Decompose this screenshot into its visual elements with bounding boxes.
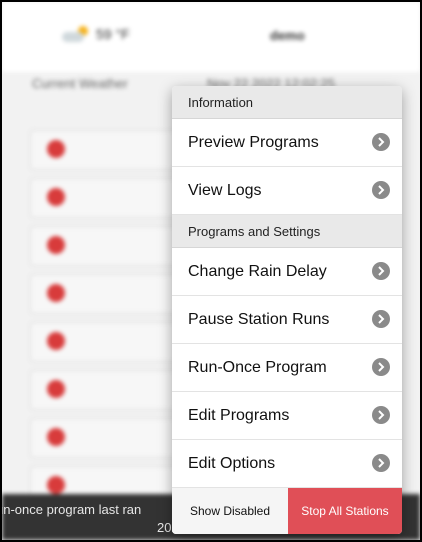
chevron-right-icon [372,133,390,151]
current-weather-label: Current Weather [32,76,128,91]
menu-footer: Show Disabled Stop All Stations [172,488,402,534]
menu-item-label: Change Rain Delay [188,262,327,280]
station-status-indicator [47,332,65,350]
menu-item-label: View Logs [188,181,262,199]
stop-all-stations-button[interactable]: Stop All Stations [288,488,402,534]
station-status-indicator [47,140,65,158]
menu-item-pause-station-runs[interactable]: Pause Station Runs [172,296,402,344]
temperature: 59 °F [96,26,130,42]
station-status-indicator [47,476,65,494]
app-header: 59 °F demo [2,2,420,72]
chevron-right-icon [372,454,390,472]
station-status-indicator [47,236,65,254]
chevron-right-icon [372,181,390,199]
chevron-right-icon [372,262,390,280]
station-status-indicator [47,284,65,302]
menu-item-label: Edit Options [188,454,276,472]
site-name: demo [270,28,305,43]
menu-item-preview-programs[interactable]: Preview Programs [172,119,402,167]
menu-item-edit-programs[interactable]: Edit Programs [172,392,402,440]
station-status-indicator [47,380,65,398]
section-information: Information [172,86,402,119]
menu-item-run-once-program[interactable]: Run-Once Program [172,344,402,392]
section-programs-settings: Programs and Settings [172,215,402,248]
menu-item-label: Run-Once Program [188,358,327,376]
menu-item-label: Pause Station Runs [188,310,330,328]
app-frame: 59 °F demo Current Weather Nov 22 2022 1… [0,0,422,542]
status-line-1: un-once program last ran [0,502,142,517]
menu-item-view-logs[interactable]: View Logs [172,167,402,215]
menu-item-edit-options[interactable]: Edit Options [172,440,402,488]
station-status-indicator [47,428,65,446]
menu-item-change-rain-delay[interactable]: Change Rain Delay [172,248,402,296]
menu-item-label: Edit Programs [188,406,290,424]
menu-item-label: Preview Programs [188,133,319,151]
partly-cloudy-icon [62,26,88,42]
chevron-right-icon [372,406,390,424]
show-disabled-button[interactable]: Show Disabled [172,488,288,534]
actions-menu: Information Preview Programs View Logs P… [172,86,402,534]
station-status-indicator [47,188,65,206]
chevron-right-icon [372,358,390,376]
weather-widget[interactable]: 59 °F [62,26,130,42]
chevron-right-icon [372,310,390,328]
